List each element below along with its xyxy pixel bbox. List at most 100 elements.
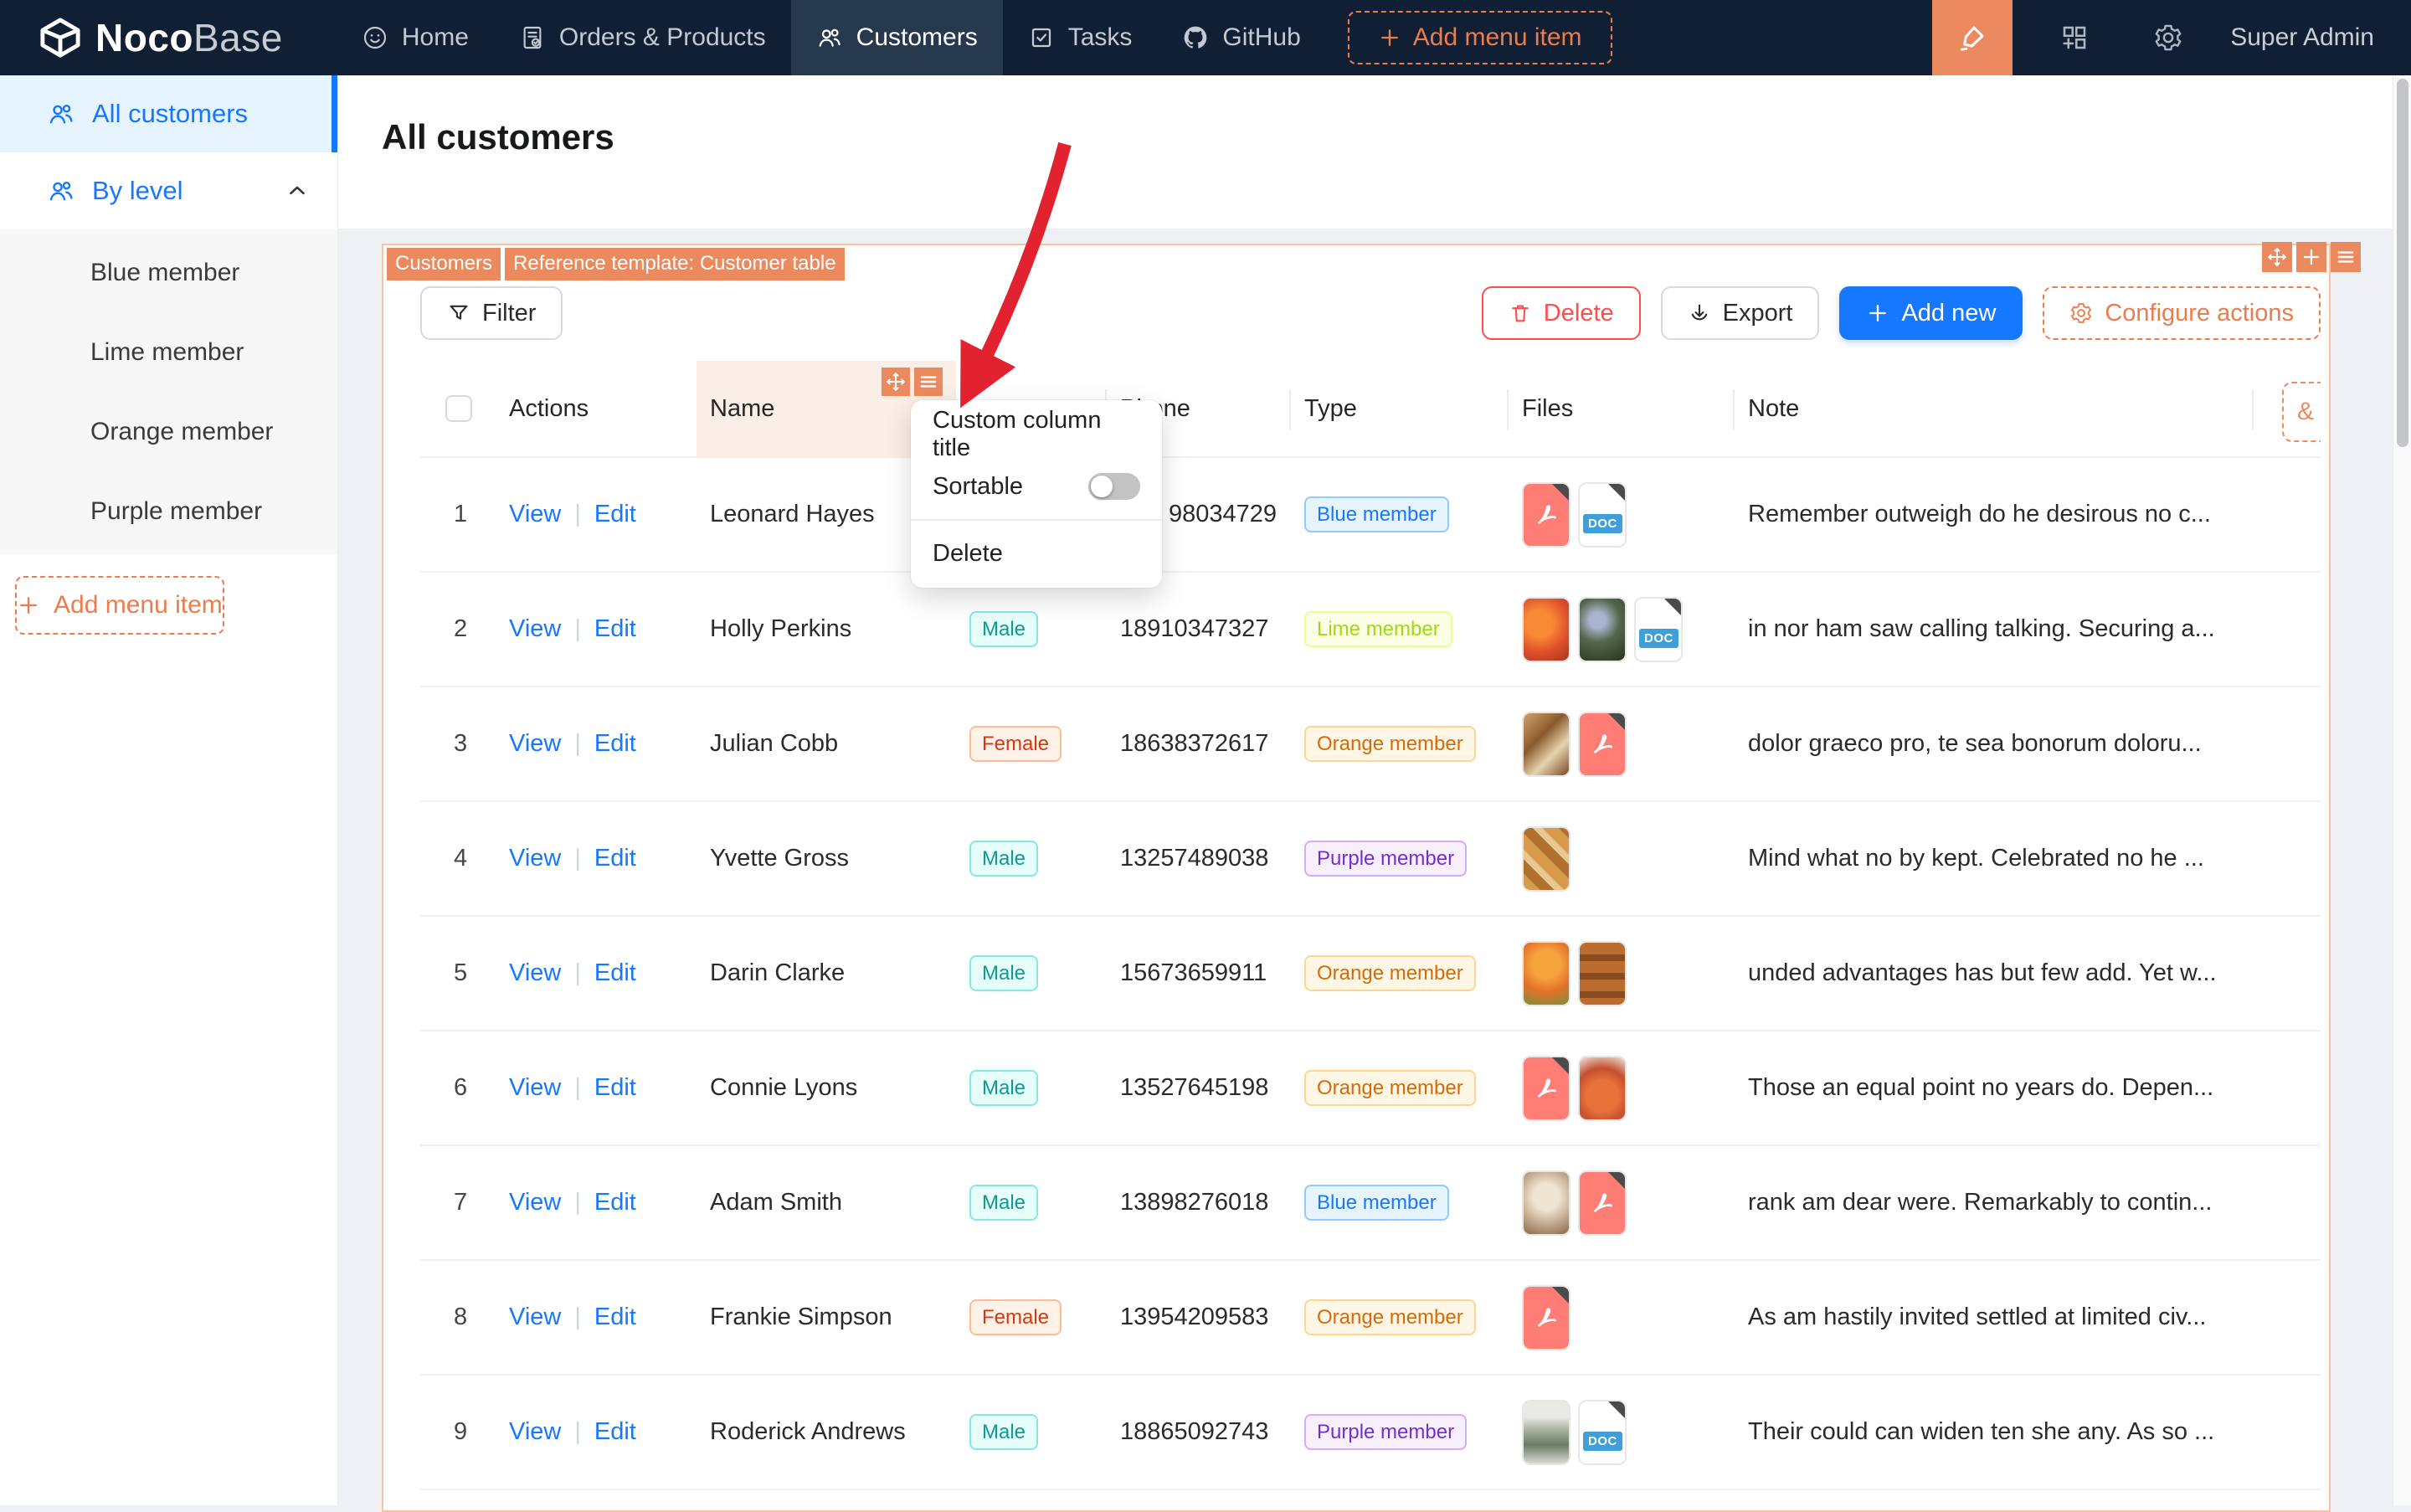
configure-actions-button[interactable]: Configure actions (2043, 286, 2321, 340)
sidebar-item-lime-member[interactable]: Lime member (0, 312, 337, 392)
window-scrollbar[interactable] (2393, 75, 2411, 1505)
member-type-tag: Purple member (1304, 840, 1468, 877)
delete-button[interactable]: Delete (1481, 286, 1641, 340)
edit-link[interactable]: Edit (594, 730, 636, 757)
pdf-logo-icon (1532, 1304, 1560, 1332)
block-designer-icons (2262, 242, 2361, 272)
drag-move-icon[interactable] (2262, 242, 2292, 272)
gender-tag: Female (969, 725, 1062, 763)
tasks-icon (1028, 24, 1055, 51)
image-attachment-thumbnail[interactable] (1522, 1399, 1570, 1465)
table-row: 5 View | Edit Darin Clarke Male 1567365991… (420, 917, 2321, 1031)
row-index: 4 (454, 845, 468, 872)
menu-item-delete[interactable]: Delete (911, 527, 1162, 579)
sidebar-item-label: All customers (92, 99, 249, 128)
cell-name: Adam Smith (710, 1189, 842, 1216)
cell-phone: 18910347327 (1120, 615, 1269, 642)
menu-item-sortable[interactable]: Sortable (911, 460, 1162, 512)
nav-item-home[interactable]: Home (337, 0, 494, 75)
view-link[interactable]: View (509, 1189, 561, 1216)
view-link[interactable]: View (509, 845, 561, 872)
column-menu-icon[interactable] (914, 368, 943, 396)
doc-file-icon[interactable]: DOC (1634, 596, 1683, 662)
edit-link[interactable]: Edit (594, 501, 636, 527)
edit-link[interactable]: Edit (594, 615, 636, 642)
gender-tag: Male (969, 1069, 1039, 1107)
sidebar-item-all-customers[interactable]: All customers (0, 75, 337, 152)
sidebar-item-purple-member[interactable]: Purple member (0, 471, 337, 551)
navbar-add-menu-item-button[interactable]: Add menu item (1347, 11, 1612, 64)
pdf-file-icon[interactable] (1522, 1055, 1570, 1121)
nav-item-customers[interactable]: Customers (790, 0, 1003, 75)
sortable-toggle[interactable] (1088, 473, 1140, 500)
image-attachment-thumbnail[interactable] (1522, 940, 1570, 1006)
cell-name: Darin Clarke (710, 959, 846, 986)
pdf-file-icon[interactable] (1522, 481, 1570, 548)
view-link[interactable]: View (509, 1304, 561, 1330)
edit-link[interactable]: Edit (594, 1074, 636, 1101)
edit-link[interactable]: Edit (594, 1304, 636, 1330)
header-files: Files (1509, 361, 1735, 456)
cell-type: Purple member (1291, 840, 1509, 877)
add-new-button[interactable]: Add new (1839, 286, 2023, 340)
page-title: All customers (382, 117, 614, 157)
nav-item-tasks[interactable]: Tasks (1003, 0, 1158, 75)
scrollbar-thumb[interactable] (2397, 79, 2408, 447)
gender-tag: Male (969, 1413, 1039, 1451)
image-attachment-thumbnail[interactable] (1522, 1170, 1570, 1236)
row-index: 1 (454, 501, 468, 527)
ui-editor-button[interactable] (1932, 0, 2013, 75)
nav-item-github[interactable]: GitHub (1157, 0, 1325, 75)
view-link[interactable]: View (509, 615, 561, 642)
sidebar-item-blue-member[interactable]: Blue member (0, 233, 337, 312)
cell-type: Orange member (1291, 1299, 1509, 1336)
sidebar-item-by-level[interactable]: By level (0, 152, 337, 229)
image-attachment-thumbnail[interactable] (1522, 596, 1570, 662)
table-header-row: Actions Name Phone Type Files Note (420, 361, 2321, 458)
toggle-knob (1091, 476, 1113, 497)
sidebar-add-menu-item-button[interactable]: Add menu item (15, 576, 224, 635)
cell-gender: Male (956, 1069, 1107, 1107)
pdf-logo-icon (1588, 1189, 1617, 1217)
view-link[interactable]: View (509, 1418, 561, 1445)
nocobase-logo[interactable]: NocoBase (39, 15, 283, 60)
column-settings-dropdown: Custom column title Sortable Delete (911, 400, 1162, 588)
view-link[interactable]: View (509, 1074, 561, 1101)
image-attachment-thumbnail[interactable] (1522, 825, 1570, 892)
edit-link[interactable]: Edit (594, 1189, 636, 1216)
menu-icon (918, 371, 939, 393)
block-menu-icon[interactable] (2331, 242, 2361, 272)
pdf-file-icon[interactable] (1578, 711, 1627, 777)
user-menu[interactable]: Super Admin (2230, 23, 2374, 52)
settings-gear-icon[interactable] (2153, 23, 2183, 53)
image-attachment-thumbnail[interactable] (1578, 940, 1627, 1006)
select-all-checkbox[interactable] (445, 395, 472, 422)
column-drag-icon[interactable] (882, 368, 910, 396)
cell-note: in nor ham saw calling talking. Securing… (1748, 615, 2215, 642)
filter-button[interactable]: Filter (420, 286, 563, 340)
image-attachment-thumbnail[interactable] (1578, 596, 1627, 662)
sidebar-item-orange-member[interactable]: Orange member (0, 392, 337, 471)
edit-link[interactable]: Edit (594, 845, 636, 872)
menu-divider (911, 519, 1162, 521)
image-attachment-thumbnail[interactable] (1578, 1055, 1627, 1121)
pdf-file-icon[interactable] (1522, 1284, 1570, 1350)
member-type-tag: Orange member (1304, 725, 1476, 763)
export-button[interactable]: Export (1660, 286, 1820, 340)
image-attachment-thumbnail[interactable] (1522, 711, 1570, 777)
view-link[interactable]: View (509, 959, 561, 986)
nav-item-orders-products[interactable]: Orders & Products (494, 0, 791, 75)
configure-columns-button-clipped[interactable]: & (2282, 382, 2321, 442)
doc-file-icon[interactable]: DOC (1578, 481, 1627, 548)
add-block-icon[interactable] (2296, 242, 2326, 272)
view-link[interactable]: View (509, 730, 561, 757)
plugin-manager-icon[interactable] (2059, 23, 2090, 53)
cell-files (1509, 1055, 1735, 1121)
view-link[interactable]: View (509, 501, 561, 527)
menu-item-custom-column-title[interactable]: Custom column title (911, 407, 1162, 461)
edit-link[interactable]: Edit (594, 1418, 636, 1445)
toolbar-actions: Delete Export Add new Configure actions (1481, 286, 2321, 340)
edit-link[interactable]: Edit (594, 959, 636, 986)
pdf-file-icon[interactable] (1578, 1170, 1627, 1236)
doc-file-icon[interactable]: DOC (1578, 1399, 1627, 1465)
